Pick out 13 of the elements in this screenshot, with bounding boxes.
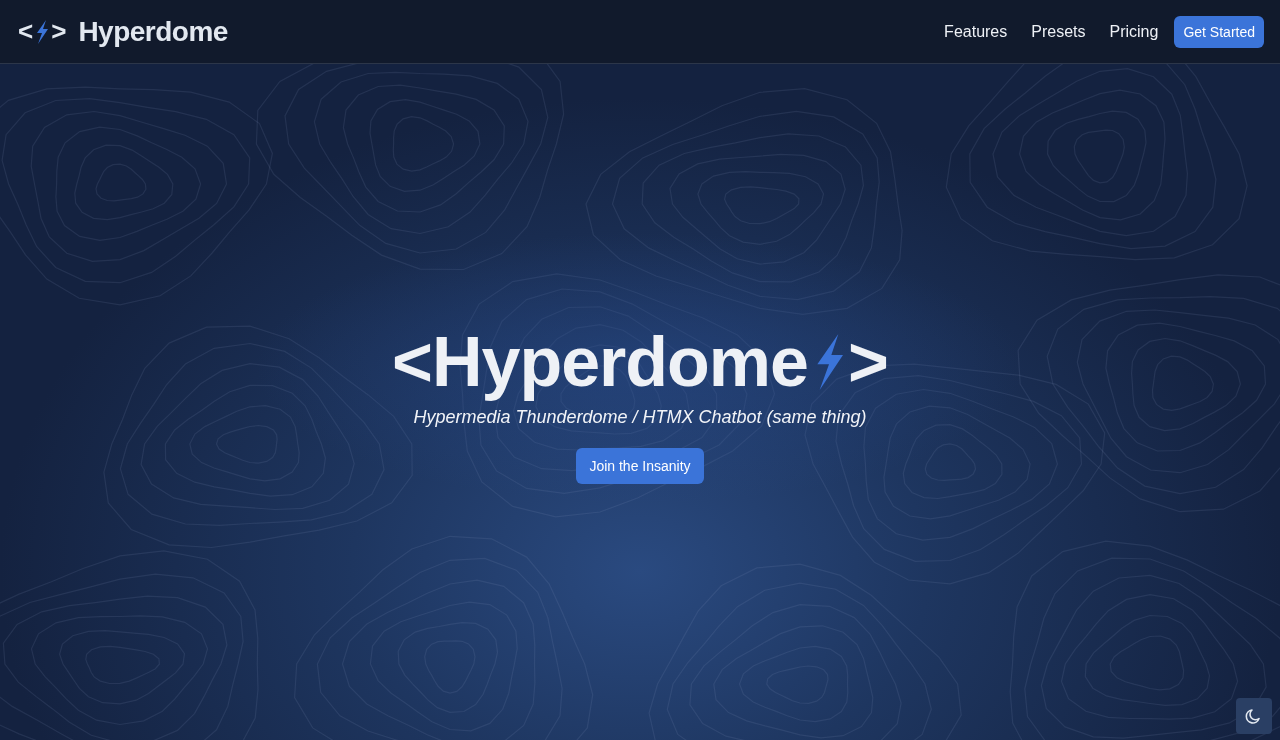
join-button[interactable]: Join the Insanity: [576, 447, 704, 484]
logo-bracket: >: [51, 16, 67, 47]
hero-title-bracket: >: [848, 326, 888, 397]
site-logo[interactable]: < > Hyperdome: [18, 15, 228, 48]
logo-text: Hyperdome: [78, 15, 228, 48]
lightning-bolt-icon: [35, 19, 50, 44]
hero-subtitle: Hypermedia Thunderdome / HTMX Chatbot (same thing): [413, 406, 867, 428]
logo-bracket: <: [18, 16, 34, 47]
nav-link[interactable]: Presets: [1031, 22, 1086, 41]
theme-toggle-button[interactable]: [1236, 698, 1272, 734]
nav-link[interactable]: Features: [944, 22, 1008, 41]
nav-link[interactable]: Pricing: [1109, 22, 1159, 41]
get-started-button[interactable]: Get Started: [1174, 15, 1264, 48]
